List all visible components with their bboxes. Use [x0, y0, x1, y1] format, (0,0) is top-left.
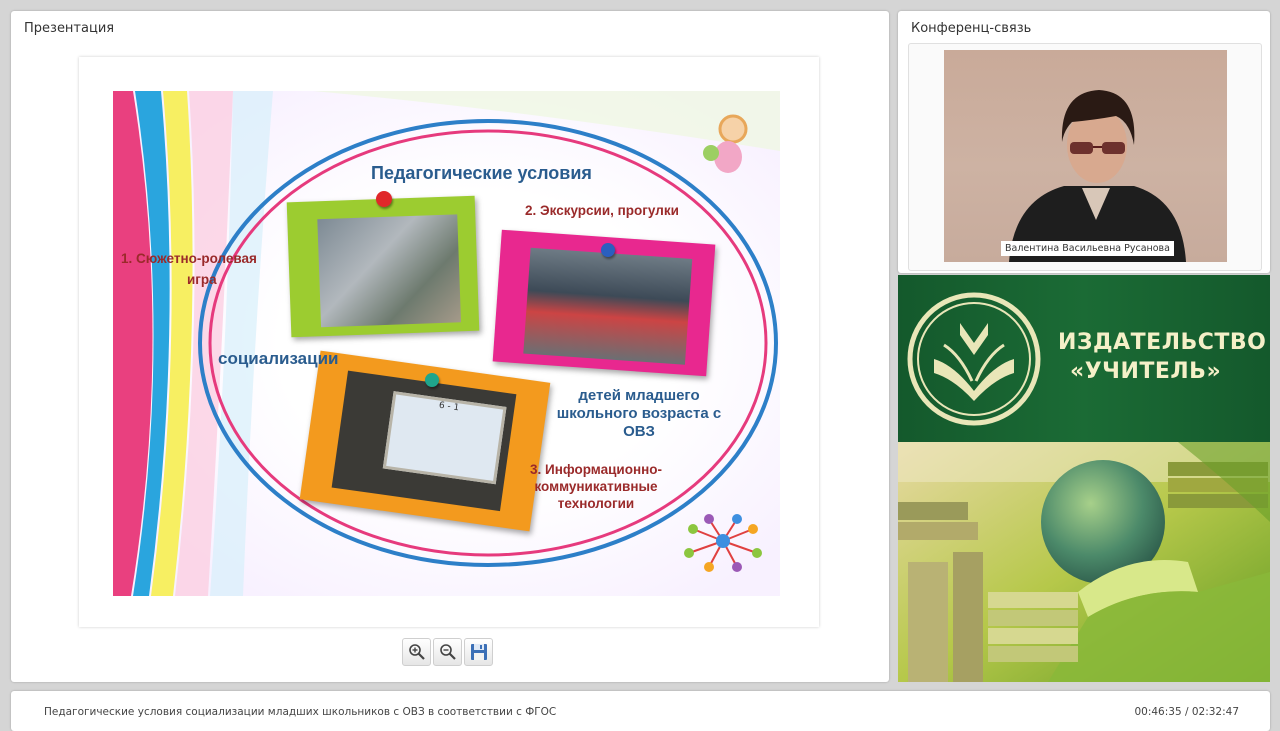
publisher-name-line-1: ИЗДАТЕЛЬСТВО: [1058, 330, 1267, 355]
conference-panel-title: Конференц-связь: [911, 21, 1032, 36]
zoom-in-icon: [408, 644, 425, 660]
publisher-banner-illustration: [898, 442, 1270, 682]
slide-item-1-cont: игра: [187, 272, 217, 287]
conference-panel: Конференц-связь Валентина Васильевна Рус…: [898, 11, 1270, 273]
slide: 6 - 1 Педагогические условия 1. Сюжетно-…: [113, 91, 780, 596]
slide-children-line-1: детей младшего: [578, 387, 700, 404]
photo-classroom: [286, 195, 480, 338]
webinar-title: Педагогические условия социализации млад…: [44, 706, 557, 718]
publisher-name-line-2: «УЧИТЕЛЬ»: [1070, 359, 1222, 384]
slide-item-3-line-2: коммуникативные: [534, 479, 658, 494]
speaker-silhouette: [1009, 90, 1186, 262]
speaker-video: Валентина Васильевна Русанова: [944, 50, 1227, 262]
publisher-logo-icon: [907, 292, 1041, 426]
pushpin-icon: [376, 191, 392, 207]
slide-item-3-line-1: 3. Информационно-: [529, 462, 663, 477]
presentation-panel-title: Презентация: [24, 21, 115, 36]
presentation-toolbar: [402, 638, 493, 666]
publisher-banner-top: ИЗДАТЕЛЬСТВО «УЧИТЕЛЬ»: [898, 275, 1270, 442]
books-globe-illustration: [898, 442, 1270, 682]
board-label: 6 - 1: [382, 391, 507, 485]
slide-socialization: социализации: [218, 349, 339, 368]
save-icon: [470, 644, 487, 660]
zoom-out-button[interactable]: [433, 638, 462, 666]
pushpin-icon: [601, 243, 615, 257]
slide-item-1: 1. Сюжетно-ролевая: [121, 251, 257, 266]
slide-children-line-2: школьного возраста с: [556, 405, 722, 422]
save-button[interactable]: [464, 638, 493, 666]
slide-item-3-block: 3. Информационно- коммуникативные технол…: [505, 461, 687, 512]
presentation-panel: Презентация 6 - 1 Педагогические условия…: [11, 11, 889, 682]
slide-children-block: детей младшего школьного возраста с ОВЗ: [533, 387, 745, 441]
video-window[interactable]: Валентина Васильевна Русанова: [908, 43, 1262, 271]
slide-title: Педагогические условия: [371, 163, 592, 183]
playback-time: 00:46:35 / 02:32:47: [1134, 706, 1239, 718]
publisher-banner[interactable]: ИЗДАТЕЛЬСТВО «УЧИТЕЛЬ»: [898, 275, 1270, 682]
slide-item-3-line-3: технологии: [557, 496, 635, 511]
speaker-name-tag: Валентина Васильевна Русанова: [1001, 241, 1174, 256]
slide-children-line-3: ОВЗ: [623, 423, 655, 440]
slide-viewer: 6 - 1 Педагогические условия 1. Сюжетно-…: [79, 57, 819, 627]
zoom-out-icon: [439, 644, 456, 660]
pushpin-icon: [425, 373, 439, 387]
zoom-in-button[interactable]: [402, 638, 431, 666]
footer-bar: Педагогические условия социализации млад…: [11, 691, 1270, 731]
slide-item-2: 2. Экскурсии, прогулки: [525, 203, 679, 218]
